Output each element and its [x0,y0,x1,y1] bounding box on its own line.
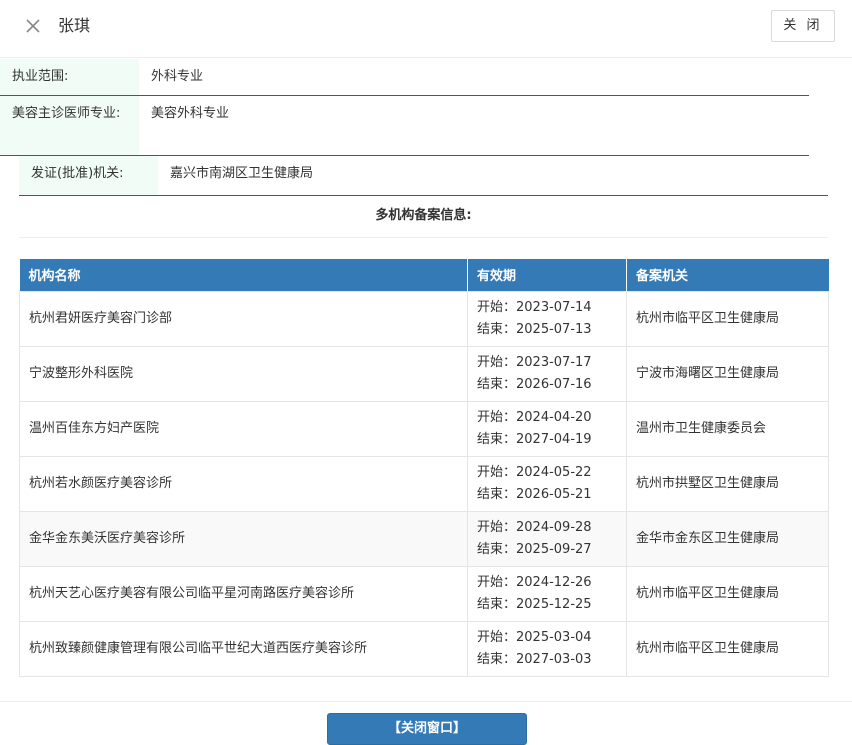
institution-table: 机构名称 有效期 备案机关 杭州君妍医疗美容门诊部 开始：2023-07-14 结… [19,259,829,677]
validity-end: 结束：2026-07-16 [477,376,592,392]
close-x-icon[interactable] [23,16,43,36]
info-label: 美容主诊医师专业: [0,96,139,155]
column-header-authority: 备案机关 [626,259,829,291]
validity-start: 开始：2024-09-28 [477,519,592,535]
cell-authority: 温州市卫生健康委员会 [626,400,829,457]
cell-institution-name: 宁波整形外科医院 [19,345,468,402]
cell-authority: 杭州市临平区卫生健康局 [626,290,829,347]
section-title: 多机构备案信息: [19,196,828,238]
validity-start: 开始：2024-12-26 [477,574,592,590]
table-row: 金华金东美沃医疗美容诊所 开始：2024-09-28 结束：2025-09-27 … [19,510,829,567]
validity-start: 开始：2023-07-14 [477,299,592,315]
cell-authority: 金华市金东区卫生健康局 [626,510,829,567]
cell-authority: 杭州市拱墅区卫生健康局 [626,455,829,512]
dialog-title: 张琪 [58,16,91,35]
cell-institution-name: 杭州君妍医疗美容门诊部 [19,290,468,347]
table-row: 宁波整形外科医院 开始：2023-07-17 结束：2026-07-16 宁波市海… [19,345,829,402]
column-header-name: 机构名称 [19,259,468,291]
validity-start: 开始：2023-07-17 [477,354,592,370]
cell-validity: 开始：2023-07-17 结束：2026-07-16 [467,345,627,402]
cell-validity: 开始：2024-05-22 结束：2026-05-21 [467,455,627,512]
cell-authority: 杭州市临平区卫生健康局 [626,620,829,677]
table-row: 杭州若水颜医疗美容诊所 开始：2024-05-22 结束：2026-05-21 杭… [19,455,829,512]
info-row-authority: 发证(批准)机关: 嘉兴市南湖区卫生健康局 [19,156,828,196]
close-window-button[interactable]: 【关闭窗口】 [327,713,527,745]
close-button[interactable]: 关 闭 [771,10,835,42]
cell-authority: 宁波市海曙区卫生健康局 [626,345,829,402]
table-header-row: 机构名称 有效期 备案机关 [19,259,829,291]
table-row: 温州百佳东方妇产医院 开始：2024-04-20 结束：2027-04-19 温州… [19,400,829,457]
info-value: 外科专业 [151,69,204,84]
info-value: 美容外科专业 [151,106,230,121]
cell-validity: 开始：2024-04-20 结束：2027-04-19 [467,400,627,457]
info-row-specialty: 美容主诊医师专业: 美容外科专业 [0,96,809,156]
validity-start: 开始：2024-05-22 [477,464,592,480]
validity-end: 结束：2027-03-03 [477,651,592,667]
table-row: 杭州君妍医疗美容门诊部 开始：2023-07-14 结束：2025-07-13 杭… [19,290,829,347]
validity-end: 结束：2025-07-13 [477,321,592,337]
cell-institution-name: 杭州致臻颜健康管理有限公司临平世纪大道西医疗美容诊所 [19,620,468,677]
table-row: 杭州天艺心医疗美容有限公司临平星河南路医疗美容诊所 开始：2024-12-26 结… [19,565,829,622]
cell-institution-name: 金华金东美沃医疗美容诊所 [19,510,468,567]
validity-end: 结束：2025-09-27 [477,541,592,557]
info-row-scope: 执业范围: 外科专业 [0,59,809,96]
cell-validity: 开始：2023-07-14 结束：2025-07-13 [467,290,627,347]
dialog-header: 张琪 关 闭 [0,0,852,58]
cell-institution-name: 杭州若水颜医疗美容诊所 [19,455,468,512]
cell-validity: 开始：2025-03-04 结束：2027-03-03 [467,620,627,677]
cell-validity: 开始：2024-09-28 结束：2025-09-27 [467,510,627,567]
cell-validity: 开始：2024-12-26 结束：2025-12-25 [467,565,627,622]
table-row: 杭州致臻颜健康管理有限公司临平世纪大道西医疗美容诊所 开始：2025-03-04… [19,620,829,677]
info-label: 发证(批准)机关: [19,156,158,195]
info-value: 嘉兴市南湖区卫生健康局 [170,166,314,181]
cell-institution-name: 温州百佳东方妇产医院 [19,400,468,457]
info-label: 执业范围: [0,59,139,95]
validity-end: 结束：2025-12-25 [477,596,592,612]
validity-start: 开始：2025-03-04 [477,629,592,645]
validity-start: 开始：2024-04-20 [477,409,592,425]
cell-institution-name: 杭州天艺心医疗美容有限公司临平星河南路医疗美容诊所 [19,565,468,622]
dialog-footer: 【关闭窗口】 [0,701,852,745]
validity-end: 结束：2027-04-19 [477,431,592,447]
cell-authority: 杭州市临平区卫生健康局 [626,565,829,622]
column-header-validity: 有效期 [467,259,627,291]
validity-end: 结束：2026-05-21 [477,486,592,502]
